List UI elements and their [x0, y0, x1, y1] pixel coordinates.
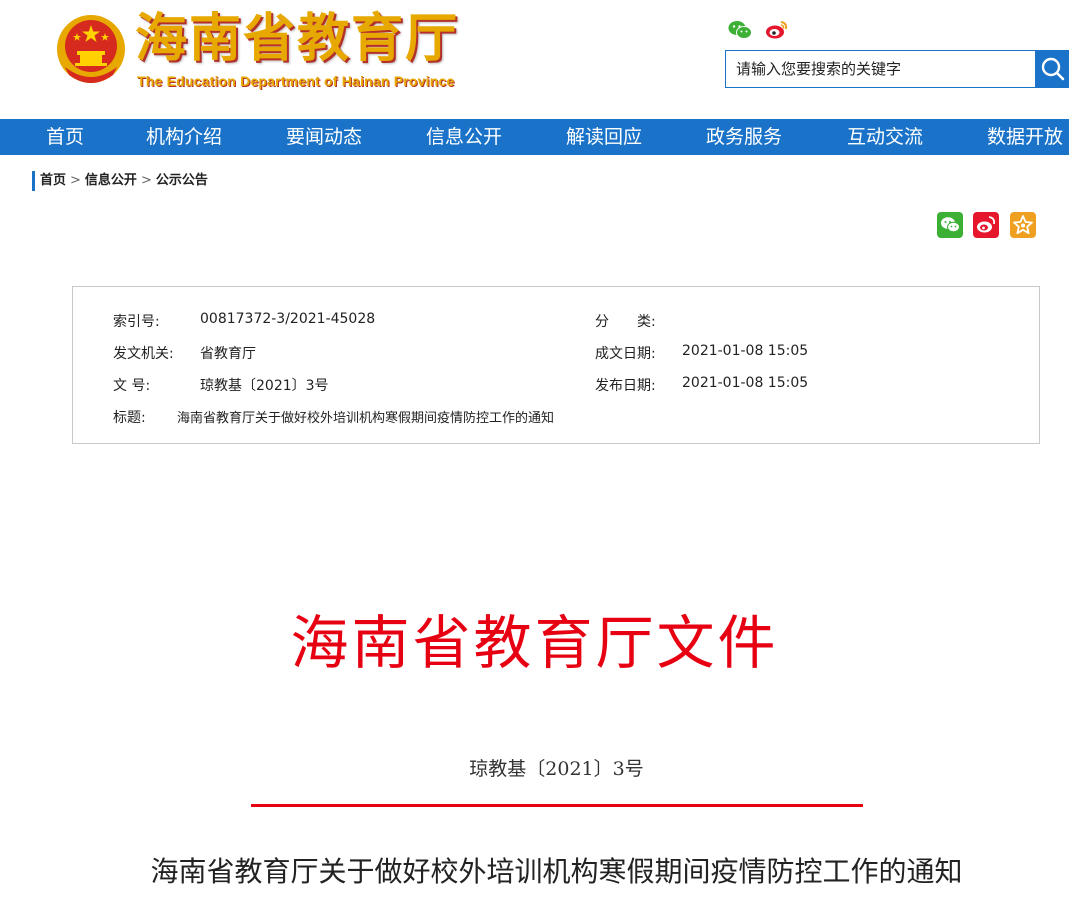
main-nav: 首页 机构介绍 要闻动态 信息公开 解读回应 政务服务 互动交流 数据开放 — [0, 119, 1069, 155]
breadcrumb-separator: > — [70, 173, 81, 188]
search-button[interactable] — [1035, 50, 1069, 88]
nav-item-open-data[interactable]: 数据开放 — [987, 119, 1063, 155]
breadcrumb: 首页 > 信息公开 > 公示公告 — [32, 171, 208, 191]
weibo-icon — [977, 216, 996, 233]
published-date-value: 2021-01-08 15:05 — [682, 375, 809, 391]
nav-item-about[interactable]: 机构介绍 — [146, 119, 222, 155]
social-links — [728, 20, 797, 44]
breadcrumb-separator: > — [140, 173, 152, 188]
title-value: 海南省教育厅关于做好校外培训机构寒假期间疫情防控工作的通知 — [177, 411, 555, 426]
search-input[interactable]: 请输入您要搜索的关键字 — [725, 50, 1046, 88]
document-number-value: 琼教基〔2021〕3号 — [200, 378, 329, 394]
document-red-header: 海南省教育厅文件 — [290, 609, 779, 677]
site-title: 海南省教育厅 — [135, 9, 460, 69]
document-title: 海南省教育厅关于做好校外培训机构寒假期间疫情防控工作的通知 — [150, 855, 963, 888]
document-number-label: 文 号: — [113, 378, 151, 394]
created-date-value: 2021-01-08 15:05 — [682, 343, 809, 359]
nav-item-news[interactable]: 要闻动态 — [286, 119, 362, 155]
nav-item-services[interactable]: 政务服务 — [706, 119, 782, 155]
index-label: 索引号: — [113, 314, 160, 330]
nav-item-interpretation[interactable]: 解读回应 — [566, 119, 642, 155]
breadcrumb-announcements[interactable]: 公示公告 — [156, 173, 208, 188]
search-bar: 请输入您要搜索的关键字 — [725, 50, 1069, 88]
category-label: 分 类: — [595, 314, 656, 330]
red-divider — [251, 804, 863, 807]
issuer-label: 发文机关: — [113, 346, 174, 362]
index-value: 00817372-3/2021-45028 — [200, 311, 376, 327]
published-date-label: 发布日期: — [595, 378, 656, 394]
weibo-icon[interactable] — [765, 20, 789, 44]
share-wechat-button[interactable] — [937, 212, 963, 238]
site-header: 海南省教育厅 The Education Department of Haina… — [0, 0, 1069, 119]
breadcrumb-home[interactable]: 首页 — [40, 173, 66, 188]
title-label: 标题: — [113, 410, 146, 426]
document-number: 琼教基〔2021〕3号 — [469, 758, 644, 780]
nav-item-info-disclosure[interactable]: 信息公开 — [426, 119, 502, 155]
nav-item-home[interactable]: 首页 — [46, 119, 84, 155]
share-weibo-button[interactable] — [973, 212, 999, 238]
search-icon — [1041, 57, 1065, 81]
issuer-value: 省教育厅 — [200, 346, 256, 362]
favorite-button[interactable] — [1010, 212, 1036, 238]
star-icon — [1013, 215, 1033, 235]
national-emblem-icon — [55, 13, 127, 87]
wechat-icon — [941, 217, 960, 233]
nav-item-interaction[interactable]: 互动交流 — [847, 119, 923, 155]
site-subtitle: The Education Department of Hainan Provi… — [137, 73, 455, 89]
created-date-label: 成文日期: — [595, 346, 656, 362]
breadcrumb-info-disclosure[interactable]: 信息公开 — [85, 173, 137, 188]
document-metadata-panel: 索引号: 00817372-3/2021-45028 分 类: 发文机关: 省教… — [72, 286, 1040, 444]
wechat-icon[interactable] — [728, 20, 752, 44]
